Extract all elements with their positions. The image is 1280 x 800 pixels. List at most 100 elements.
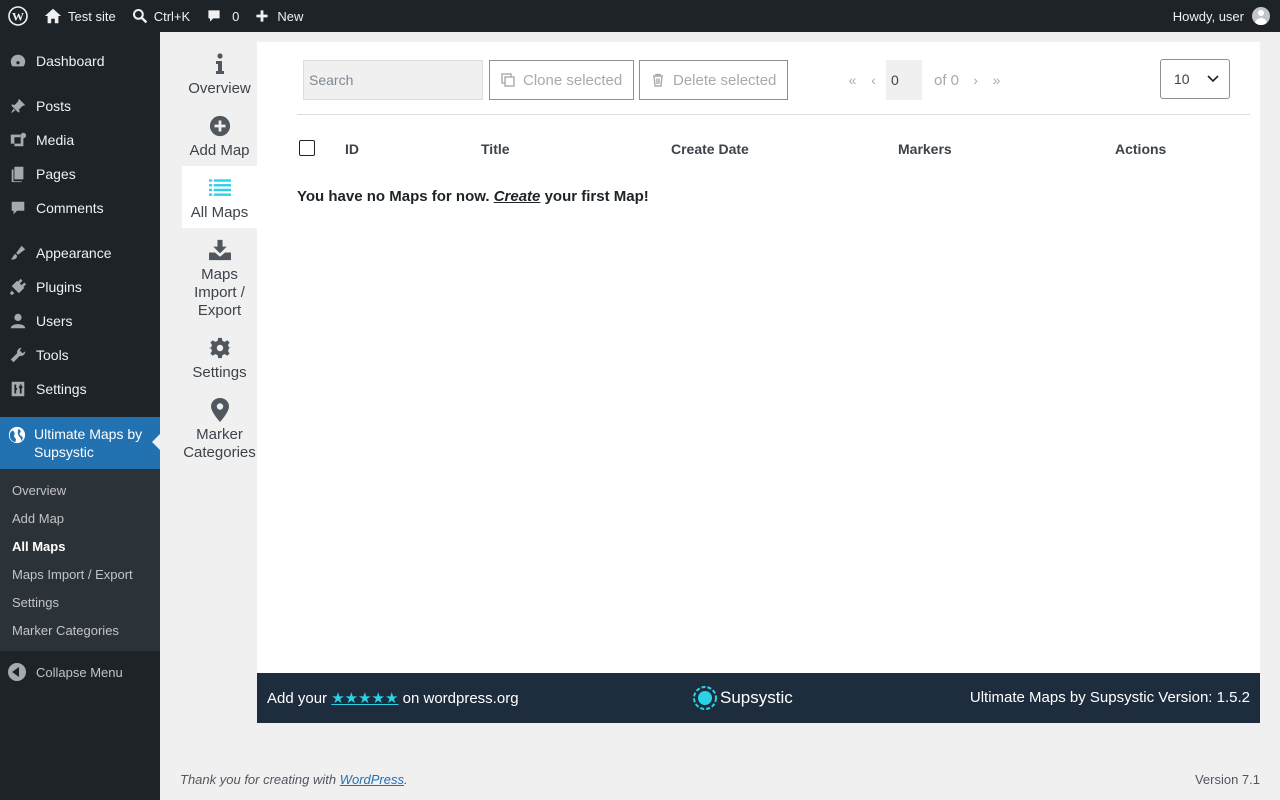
select-all-checkbox[interactable] bbox=[299, 140, 315, 156]
menu-item-pages[interactable]: Pages bbox=[0, 157, 160, 191]
plug-icon bbox=[8, 277, 28, 297]
menu-item-tools[interactable]: Tools bbox=[0, 338, 160, 372]
search-icon bbox=[132, 9, 147, 24]
submenu-item-marker-categories[interactable]: Marker Categories bbox=[0, 616, 160, 644]
menu-label: Tools bbox=[36, 347, 69, 363]
clone-selected-button[interactable]: Clone selected bbox=[489, 60, 635, 100]
plugin-nav-label: Settings bbox=[192, 364, 247, 381]
plugin-nav-label: Maps Import / Export bbox=[194, 266, 245, 319]
rating-stars-link[interactable]: ★★★★★ bbox=[331, 690, 398, 707]
comments-count: 0 bbox=[232, 8, 240, 24]
media-icon bbox=[8, 130, 28, 150]
rate-us: Add your ★★★★★ on wordpress.org bbox=[267, 689, 519, 707]
maps-list-panel: Clone selected Delete selected « ‹ of 0 … bbox=[257, 42, 1260, 673]
gear-icon bbox=[208, 337, 231, 359]
site-name: Test site bbox=[68, 8, 116, 24]
menu-item-plugins[interactable]: Plugins bbox=[0, 270, 160, 304]
plus-icon bbox=[256, 10, 269, 22]
submenu-item-settings[interactable]: Settings bbox=[0, 588, 160, 616]
plugin-nav-settings[interactable]: Settings bbox=[182, 326, 257, 388]
wordpress-link[interactable]: WordPress bbox=[340, 772, 404, 787]
menu-label: Settings bbox=[36, 381, 87, 397]
user-icon bbox=[8, 311, 28, 331]
comment-icon bbox=[208, 10, 220, 22]
account-menu[interactable]: Howdy, user bbox=[1173, 7, 1280, 25]
wp-version: Version 7.1 bbox=[1194, 772, 1260, 787]
supsystic-logo-icon bbox=[693, 686, 717, 710]
new-content-button[interactable]: New bbox=[247, 0, 311, 32]
menu-item-users[interactable]: Users bbox=[0, 304, 160, 338]
rows-per-page-select[interactable]: 10 bbox=[1160, 59, 1230, 99]
page-number-input[interactable] bbox=[886, 60, 922, 100]
menu-label: Plugins bbox=[36, 279, 82, 295]
column-header-title[interactable]: Title bbox=[481, 141, 510, 157]
delete-selected-label: Delete selected bbox=[673, 71, 777, 89]
menu-item-dashboard[interactable]: Dashboard bbox=[0, 44, 160, 78]
wrench-icon bbox=[8, 345, 28, 365]
plugin-nav-label: Overview bbox=[188, 80, 251, 97]
add-circle-icon bbox=[209, 115, 230, 137]
plugin-nav: Overview Add Map All Maps Maps Import / … bbox=[182, 42, 257, 468]
brand-name: Supsystic bbox=[720, 688, 793, 707]
menu-label: Media bbox=[36, 132, 75, 148]
sliders-icon bbox=[8, 379, 28, 399]
plugin-nav-label: Marker Categories bbox=[183, 426, 256, 461]
menu-item-ultimate-maps[interactable]: Ultimate Maps by Supsystic bbox=[0, 417, 160, 469]
chevron-down-icon bbox=[1207, 75, 1219, 83]
plugin-version: Ultimate Maps by Supsystic Version: 1.5.… bbox=[969, 689, 1250, 706]
collapse-menu-button[interactable]: Collapse Menu bbox=[0, 655, 160, 689]
home-icon bbox=[44, 8, 62, 24]
avatar bbox=[1252, 7, 1270, 25]
pages-icon bbox=[8, 164, 28, 184]
column-header-markers[interactable]: Markers bbox=[898, 141, 952, 157]
last-page-icon[interactable]: » bbox=[986, 72, 1007, 88]
delete-selected-button[interactable]: Delete selected bbox=[639, 60, 789, 100]
submenu-item-add-map[interactable]: Add Map bbox=[0, 504, 160, 532]
column-header-create-date[interactable]: Create Date bbox=[671, 141, 749, 157]
menu-item-posts[interactable]: Posts bbox=[0, 89, 160, 123]
submenu-item-overview[interactable]: Overview bbox=[0, 476, 160, 504]
search-shortcut: Ctrl+K bbox=[153, 8, 191, 24]
menu-label: Posts bbox=[36, 98, 72, 114]
column-header-id[interactable]: ID bbox=[345, 141, 359, 157]
menu-label: Dashboard bbox=[36, 53, 105, 69]
wordpress-logo-icon[interactable]: W bbox=[0, 0, 36, 32]
plugin-nav-marker-categories[interactable]: Marker Categories bbox=[182, 388, 257, 468]
comments-link[interactable]: 0 bbox=[198, 0, 247, 32]
menu-item-appearance[interactable]: Appearance bbox=[0, 236, 160, 270]
plugin-nav-import-export[interactable]: Maps Import / Export bbox=[182, 228, 257, 326]
menu-label: Users bbox=[36, 313, 73, 329]
plugin-nav-overview[interactable]: Overview bbox=[182, 42, 257, 104]
empty-prefix: You have no Maps for now. bbox=[297, 188, 490, 205]
next-page-icon[interactable]: › bbox=[965, 72, 986, 88]
column-header-actions: Actions bbox=[1115, 141, 1167, 157]
empty-suffix: your first Map! bbox=[544, 188, 649, 205]
supsystic-logo[interactable]: Supsystic bbox=[692, 685, 793, 711]
clone-selected-label: Clone selected bbox=[523, 71, 623, 89]
svg-text:W: W bbox=[12, 10, 24, 24]
command-search-button[interactable]: Ctrl+K bbox=[124, 0, 198, 32]
menu-item-settings[interactable]: Settings bbox=[0, 372, 160, 406]
search-input[interactable] bbox=[303, 60, 483, 100]
prev-page-icon[interactable]: ‹ bbox=[863, 72, 884, 88]
map-marker-icon bbox=[210, 398, 229, 422]
submenu-item-all-maps[interactable]: All Maps bbox=[0, 532, 160, 560]
collapse-icon bbox=[8, 663, 26, 681]
first-page-icon[interactable]: « bbox=[842, 72, 863, 88]
menu-label: Comments bbox=[36, 200, 104, 216]
menu-item-media[interactable]: Media bbox=[0, 123, 160, 157]
plugin-nav-label: All Maps bbox=[190, 204, 249, 221]
info-icon bbox=[215, 53, 224, 74]
dashboard-icon bbox=[8, 51, 28, 71]
plugin-nav-add-map[interactable]: Add Map bbox=[182, 104, 257, 166]
globe-icon bbox=[8, 425, 26, 445]
comment-icon bbox=[8, 198, 28, 218]
collapse-label: Collapse Menu bbox=[36, 664, 123, 680]
table-header: ID Title Create Date Markers Actions bbox=[297, 132, 1250, 166]
submenu-item-import-export[interactable]: Maps Import / Export bbox=[0, 560, 160, 588]
menu-item-comments[interactable]: Comments bbox=[0, 191, 160, 225]
plugin-nav-all-maps[interactable]: All Maps bbox=[182, 166, 257, 228]
rate-suffix: on wordpress.org bbox=[402, 690, 519, 707]
create-map-link[interactable]: Create bbox=[494, 188, 541, 205]
site-name-link[interactable]: Test site bbox=[36, 0, 124, 32]
